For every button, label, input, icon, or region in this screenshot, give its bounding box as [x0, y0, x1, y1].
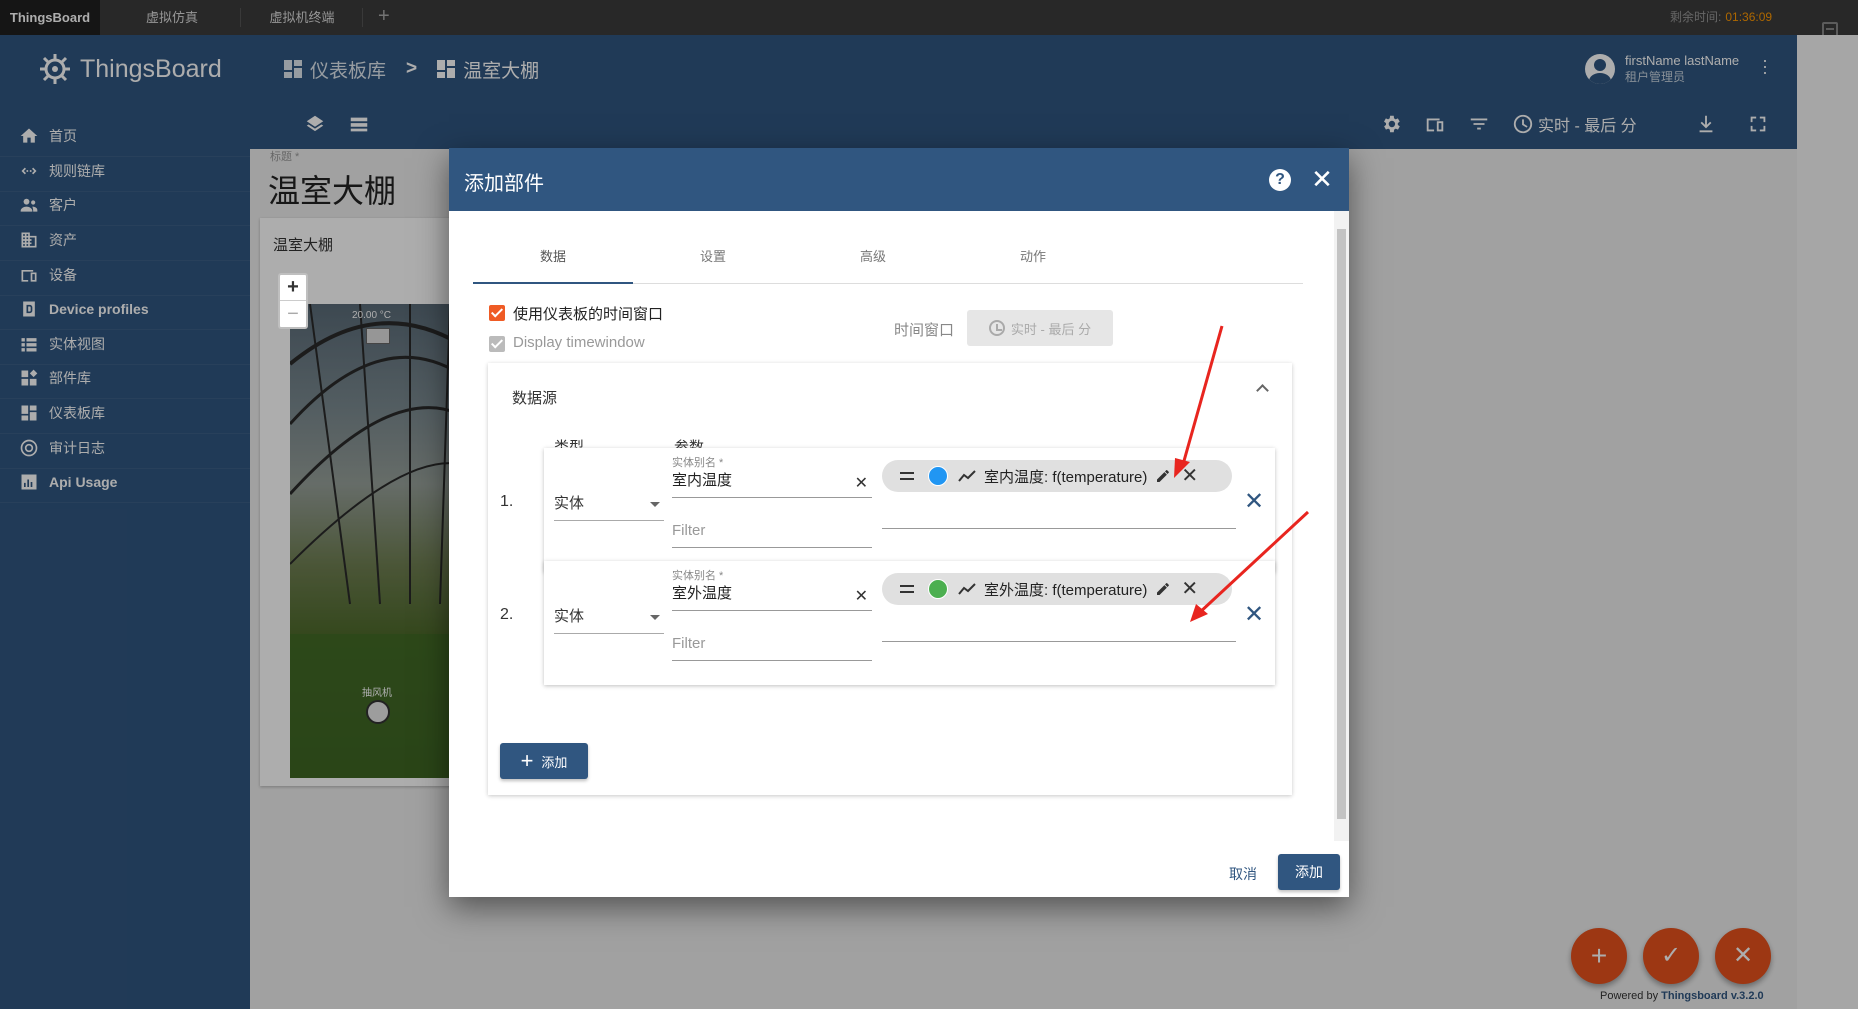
- timewindow-field-label: 时间窗口: [894, 322, 955, 339]
- timeseries-icon: [958, 470, 976, 482]
- filter-input[interactable]: Filter: [672, 629, 872, 661]
- use-dashboard-timewindow-checkbox[interactable]: [489, 305, 505, 321]
- datasource-index: 2.: [500, 606, 514, 623]
- remove-datasource-icon[interactable]: ✕: [1244, 490, 1264, 514]
- datakeys-input-line[interactable]: [882, 641, 1236, 642]
- chevron-up-icon[interactable]: [1255, 381, 1269, 395]
- timewindow-value: 实时 - 最后 分: [1010, 321, 1092, 337]
- filter-input[interactable]: Filter: [672, 516, 872, 548]
- dialog-tabs: 数据 设置 高级 动作: [473, 236, 1303, 284]
- use-dashboard-timewindow-label: 使用仪表板的时间窗口: [513, 306, 664, 323]
- datakey-chip[interactable]: 室内温度: f(temperature) ✕: [882, 460, 1232, 492]
- clock-icon: [988, 320, 1005, 336]
- datasources-title: 数据源: [512, 390, 558, 407]
- display-timewindow-label: Display timewindow: [513, 334, 645, 351]
- datasource-index: 1.: [500, 493, 514, 510]
- tab-advanced[interactable]: 高级: [793, 236, 953, 284]
- edit-pencil-icon[interactable]: [1155, 581, 1171, 597]
- dropdown-arrow-icon: [650, 615, 660, 620]
- entity-alias-value: 室内温度: [672, 472, 733, 489]
- close-icon[interactable]: ✕: [1309, 166, 1335, 192]
- timewindow-disabled-button[interactable]: 实时 - 最后 分: [967, 310, 1113, 346]
- edit-pencil-icon[interactable]: [1155, 468, 1171, 484]
- add-button[interactable]: 添加: [1278, 854, 1340, 890]
- datasource-type-select[interactable]: 实体: [554, 491, 664, 521]
- key-color-dot[interactable]: [928, 466, 948, 486]
- key-color-dot[interactable]: [928, 579, 948, 599]
- entity-alias-value: 室外温度: [672, 585, 733, 602]
- remove-key-icon[interactable]: ✕: [1181, 579, 1198, 599]
- add-datasource-label: 添加: [541, 754, 568, 770]
- add-datasource-button[interactable]: + 添加: [500, 743, 588, 779]
- dialog-scrollbar[interactable]: [1334, 211, 1349, 841]
- add-widget-dialog: 添加部件 ? ✕ 数据 设置 高级 动作 使用仪表板的时间窗口 Display …: [449, 148, 1349, 897]
- datakey-label: 室外温度: f(temperature): [984, 581, 1148, 599]
- entity-alias-input[interactable]: 室外温度 ✕: [672, 581, 872, 611]
- plus-icon: +: [520, 748, 534, 773]
- drag-handle-icon[interactable]: [900, 585, 914, 593]
- help-icon[interactable]: ?: [1269, 169, 1291, 191]
- datasources-panel: 数据源 类型 参数 1. 实体 实体别名 * 室内温度✕ Filter 室内温度…: [488, 363, 1292, 795]
- datasource-row: 实体 实体别名 * 室外温度 ✕ Filter 室外温度: f(temperatu…: [544, 561, 1275, 685]
- zoom-out-button[interactable]: −: [280, 302, 306, 328]
- zoom-in-button[interactable]: +: [280, 275, 306, 301]
- type-select-value: 实体: [554, 608, 585, 625]
- dialog-title: 添加部件: [464, 173, 544, 195]
- clear-alias-icon[interactable]: ✕: [855, 471, 868, 497]
- drag-handle-icon[interactable]: [900, 472, 914, 480]
- dropdown-arrow-icon: [650, 502, 660, 507]
- dialog-header: 添加部件 ? ✕: [449, 148, 1349, 211]
- map-zoom-control: + −: [278, 273, 308, 329]
- datakey-label: 室内温度: f(temperature): [984, 468, 1148, 486]
- cancel-button[interactable]: 取消: [1213, 856, 1273, 892]
- datasource-type-select[interactable]: 实体: [554, 604, 664, 634]
- datakeys-input-line[interactable]: [882, 528, 1236, 529]
- tab-data[interactable]: 数据: [473, 236, 633, 284]
- clear-alias-icon[interactable]: ✕: [855, 584, 868, 610]
- entity-alias-input[interactable]: 室内温度 ✕: [672, 468, 872, 498]
- tab-settings[interactable]: 设置: [633, 236, 793, 284]
- scrollbar-thumb[interactable]: [1337, 229, 1346, 819]
- timeseries-icon: [958, 583, 976, 595]
- remove-key-icon[interactable]: ✕: [1181, 466, 1198, 486]
- datakey-chip[interactable]: 室外温度: f(temperature) ✕: [882, 573, 1232, 605]
- display-timewindow-checkbox[interactable]: [489, 336, 505, 352]
- datasource-row: 实体 实体别名 * 室内温度 ✕ Filter 室内温度: f(temperatu…: [544, 448, 1275, 572]
- remove-datasource-icon[interactable]: ✕: [1244, 603, 1264, 627]
- tab-actions[interactable]: 动作: [953, 236, 1113, 284]
- type-select-value: 实体: [554, 495, 585, 512]
